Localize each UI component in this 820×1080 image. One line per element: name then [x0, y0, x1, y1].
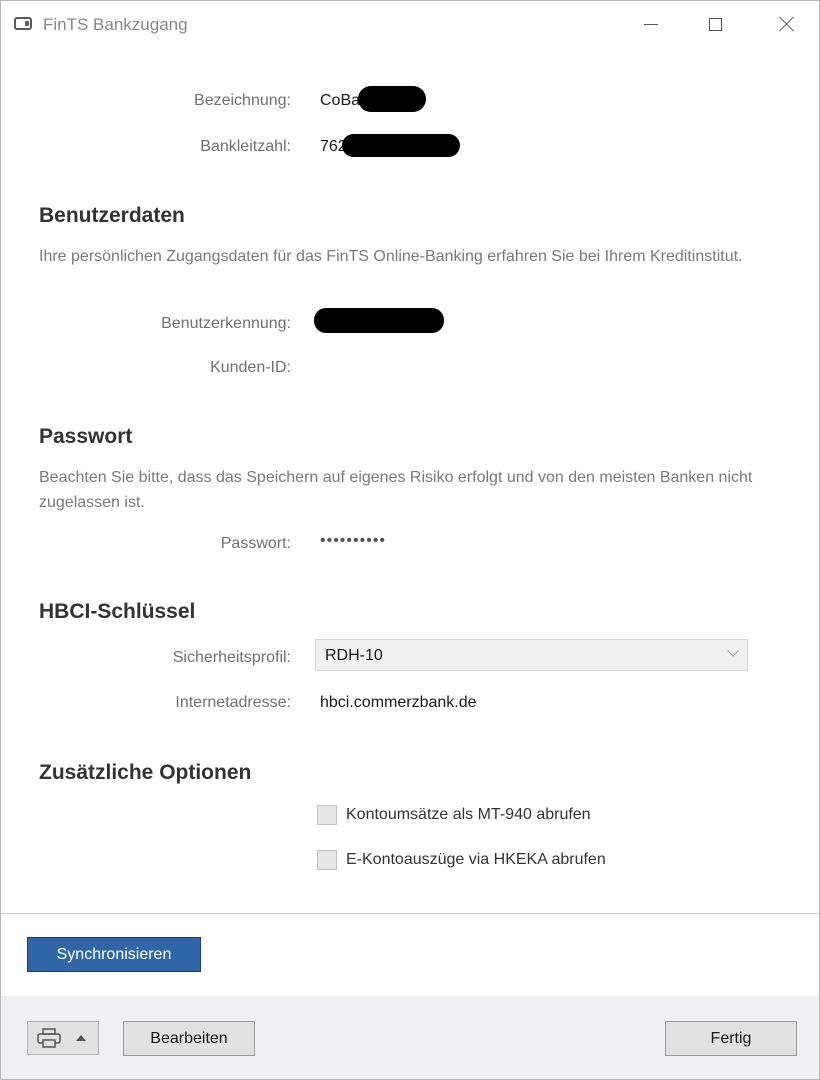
bank-code-label: Bankleitzahl:	[200, 138, 291, 155]
password-field[interactable]: ••••••••••	[320, 532, 386, 550]
edit-button[interactable]: Bearbeiten	[123, 1021, 255, 1056]
hbci-key-heading: HBCI-Schlüssel	[39, 600, 196, 623]
redaction-mark	[342, 134, 460, 157]
bank-name-value: CoBa	[320, 92, 361, 109]
printer-icon	[37, 1028, 61, 1048]
minimize-icon	[644, 23, 658, 25]
title-bar: FinTS Bankzugang	[1, 1, 819, 49]
redaction-mark	[358, 86, 426, 112]
synchronize-button[interactable]: Synchronisieren	[27, 937, 201, 972]
separator	[1, 913, 819, 914]
security-profile-select[interactable]: RDH-10	[315, 639, 748, 671]
user-data-description: Ihre persönlichen Zugangsdaten für das F…	[39, 248, 743, 265]
user-data-heading: Benutzerdaten	[39, 204, 185, 227]
security-profile-value: RDH-10	[325, 647, 383, 664]
done-button[interactable]: Fertig	[665, 1021, 797, 1056]
user-id-label: Benutzerkennung:	[161, 315, 291, 332]
bank-name-label: Bezeichnung:	[194, 92, 291, 109]
close-button[interactable]	[757, 1, 817, 47]
internet-address-label: Internetadresse:	[175, 694, 291, 711]
password-heading: Passwort	[39, 425, 133, 448]
security-profile-label: Sicherheitsprofil:	[172, 649, 291, 666]
option-mt940-row[interactable]: Kontoumsätze als MT-940 abrufen	[317, 804, 591, 826]
option-mt940-checkbox[interactable]	[317, 805, 337, 825]
caret-up-icon[interactable]	[76, 1035, 86, 1041]
maximize-icon	[708, 17, 722, 31]
additional-options-heading: Zusätzliche Optionen	[39, 761, 252, 784]
chevron-down-icon	[727, 645, 739, 657]
bank-card-icon	[14, 17, 32, 30]
customer-id-label: Kunden-ID:	[210, 359, 291, 376]
password-description: Beachten Sie bitte, dass das Speichern a…	[39, 469, 753, 511]
option-hkeka-label: E-Kontoauszüge via HKEKA abrufen	[346, 851, 606, 868]
print-button[interactable]	[27, 1021, 99, 1055]
close-icon	[779, 16, 795, 32]
window-title: FinTS Bankzugang	[43, 15, 188, 34]
minimize-button[interactable]	[621, 1, 681, 47]
internet-address-value: hbci.commerzbank.de	[320, 694, 477, 711]
redaction-mark	[314, 308, 444, 333]
maximize-button[interactable]	[685, 1, 745, 47]
footer-bar: Bearbeiten Fertig	[1, 996, 819, 1079]
password-label: Passwort:	[220, 535, 291, 552]
fints-bank-access-window: FinTS Bankzugang Bezeichnung: CoBa Bankl…	[0, 0, 820, 1080]
option-hkeka-row[interactable]: E-Kontoauszüge via HKEKA abrufen	[317, 849, 606, 871]
option-mt940-label: Kontoumsätze als MT-940 abrufen	[346, 806, 591, 823]
option-hkeka-checkbox[interactable]	[317, 850, 337, 870]
